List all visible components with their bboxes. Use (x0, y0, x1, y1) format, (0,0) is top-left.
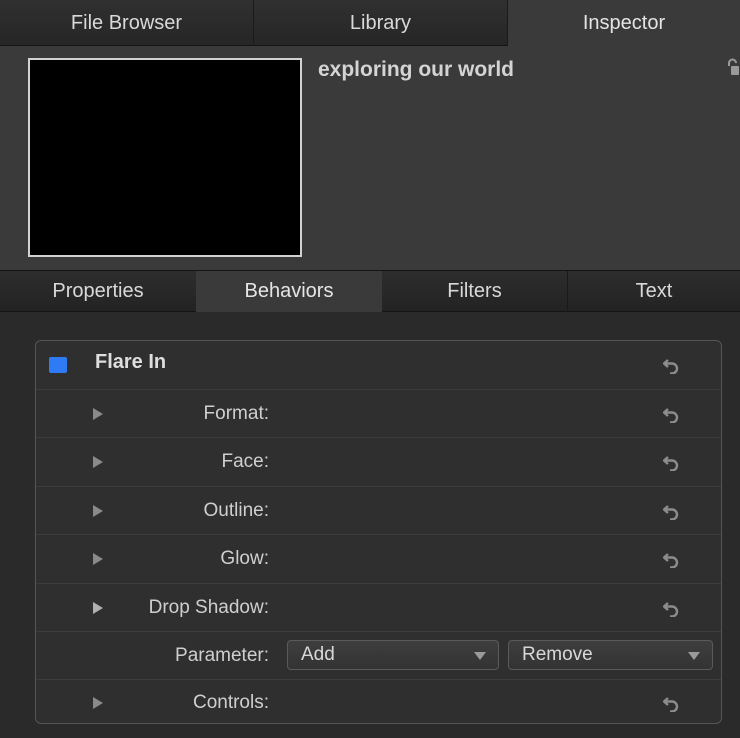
tab-library[interactable]: Library (254, 0, 508, 46)
row-label: Outline: (203, 500, 269, 521)
tab-filters[interactable]: Filters (382, 271, 568, 312)
inspector-tab-bar: Properties Behaviors Filters Text (0, 270, 740, 312)
row-face[interactable]: Face: (36, 437, 721, 486)
row-label: Glow: (220, 548, 269, 569)
reset-arrow-icon[interactable] (663, 599, 681, 617)
tab-properties[interactable]: Properties (0, 271, 196, 312)
row-label: Face: (221, 451, 269, 472)
disclosure-triangle-icon[interactable] (93, 697, 103, 709)
row-format[interactable]: Format: (36, 389, 721, 437)
chevron-down-icon (474, 652, 486, 660)
object-title: exploring our world (318, 58, 515, 81)
row-label: Parameter: (175, 645, 269, 666)
disclosure-triangle-icon[interactable] (93, 456, 103, 468)
row-label: Drop Shadow: (148, 597, 269, 618)
chevron-down-icon (688, 652, 700, 660)
parameter-add-dropdown[interactable]: Add (287, 640, 499, 670)
behavior-header: Flare In (36, 341, 721, 389)
reset-arrow-icon[interactable] (663, 405, 681, 423)
row-drop-shadow[interactable]: Drop Shadow: (36, 583, 721, 631)
top-tab-bar: File Browser Library Inspector (0, 0, 740, 46)
tab-text[interactable]: Text (568, 271, 740, 312)
behavior-panel: Flare In Format: Face: Outline: Glow: Dr… (35, 340, 722, 724)
tab-file-browser[interactable]: File Browser (0, 0, 254, 46)
reset-arrow-icon[interactable] (663, 356, 681, 374)
preview-area: exploring our world (0, 46, 740, 270)
dropdown-label: Remove (522, 644, 593, 665)
disclosure-triangle-icon[interactable] (93, 553, 103, 565)
reset-arrow-icon[interactable] (663, 694, 681, 712)
reset-arrow-icon[interactable] (663, 453, 681, 471)
row-outline[interactable]: Outline: (36, 486, 721, 534)
lock-icon[interactable] (725, 58, 740, 76)
row-label: Controls: (192, 692, 269, 713)
parameter-remove-dropdown[interactable]: Remove (508, 640, 713, 670)
disclosure-triangle-icon[interactable] (93, 505, 103, 517)
disclosure-triangle-icon[interactable] (93, 408, 103, 420)
tab-inspector[interactable]: Inspector (508, 0, 740, 46)
enable-checkbox[interactable] (49, 357, 67, 373)
row-label: Format: (203, 403, 269, 424)
row-glow[interactable]: Glow: (36, 534, 721, 583)
tab-behaviors[interactable]: Behaviors (196, 271, 382, 312)
behavior-name: Flare In (95, 351, 167, 373)
disclosure-triangle-icon[interactable] (93, 602, 103, 614)
row-parameter: Parameter: Add Remove (36, 631, 721, 679)
dropdown-label: Add (301, 644, 335, 665)
preview-thumbnail (28, 58, 302, 257)
row-controls[interactable]: Controls: (36, 679, 721, 723)
reset-arrow-icon[interactable] (663, 502, 681, 520)
reset-arrow-icon[interactable] (663, 550, 681, 568)
